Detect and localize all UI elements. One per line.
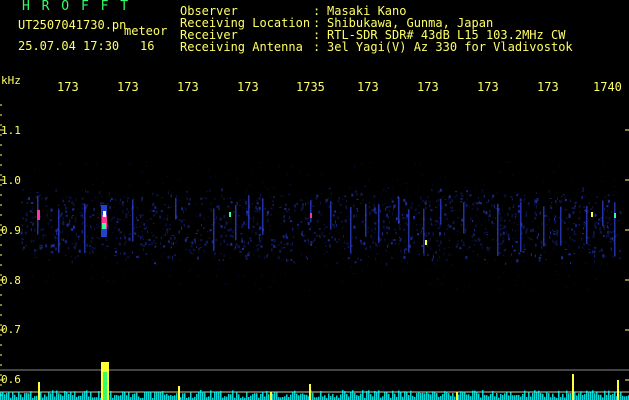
- spectrogram-plot: [0, 104, 629, 400]
- meteor-echo: [37, 205, 107, 237]
- y-axis-ticks: [0, 104, 629, 396]
- signal-level-trace: [0, 374, 629, 400]
- signal-noise-band: [20, 161, 622, 291]
- meteor-level-spike: [101, 362, 109, 400]
